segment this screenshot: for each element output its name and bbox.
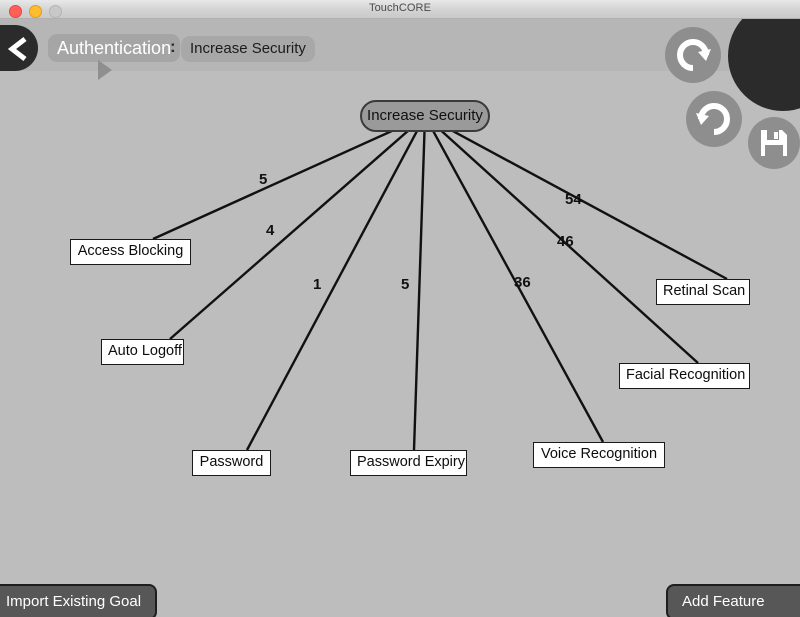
edge-weight-label: 4: [266, 222, 275, 239]
feature-node-password[interactable]: Password: [192, 450, 271, 476]
feature-node-retinal-scan[interactable]: Retinal Scan: [656, 279, 750, 305]
edge-weight-label: 46: [557, 233, 574, 250]
breadcrumb-arrow-icon: [98, 60, 112, 80]
feature-node-facial-recognition[interactable]: Facial Recognition: [619, 363, 750, 389]
edge-weight-label: 5: [259, 171, 268, 188]
undo-icon: [696, 103, 730, 135]
save-button[interactable]: [748, 117, 800, 169]
import-existing-goal-button[interactable]: Import Existing Goal: [0, 584, 158, 617]
edge-password-expiry: [412, 115, 427, 451]
corner-blob: [728, 19, 800, 111]
add-feature-button[interactable]: Add Feature: [666, 584, 800, 617]
edge-weight-label: 5: [401, 276, 410, 293]
breadcrumb-current[interactable]: Increase Security: [181, 36, 315, 62]
feature-node-password-expiry[interactable]: Password Expiry: [350, 450, 467, 476]
redo-icon: [677, 39, 711, 71]
edge-access-blocking: [152, 114, 426, 241]
edge-auto-logoff: [169, 115, 426, 340]
feature-node-access-blocking[interactable]: Access Blocking: [70, 239, 191, 265]
diagram-canvas[interactable]: Authentication : Increase Security Incre…: [0, 19, 800, 617]
undo-button[interactable]: [686, 91, 742, 147]
feature-node-auto-logoff[interactable]: Auto Logoff: [101, 339, 184, 365]
breadcrumb-separator: :: [170, 37, 176, 56]
edge-weight-label: 36: [514, 274, 531, 291]
window-titlebar: TouchCORE: [0, 0, 800, 19]
touchcore-window: TouchCORE Authentication : Increase Secu…: [0, 0, 800, 617]
edge-weight-label: 1: [313, 276, 322, 293]
goal-node-increase-security[interactable]: Increase Security: [360, 100, 490, 132]
redo-button[interactable]: [665, 27, 721, 83]
edge-weight-label: 54: [565, 191, 582, 208]
breadcrumb-root[interactable]: Authentication: [48, 34, 181, 62]
save-icon: [761, 130, 787, 156]
chevron-left-icon: [7, 37, 27, 61]
edge-password: [245, 115, 427, 451]
feature-node-voice-recognition[interactable]: Voice Recognition: [533, 442, 665, 468]
window-title: TouchCORE: [368, 2, 432, 14]
